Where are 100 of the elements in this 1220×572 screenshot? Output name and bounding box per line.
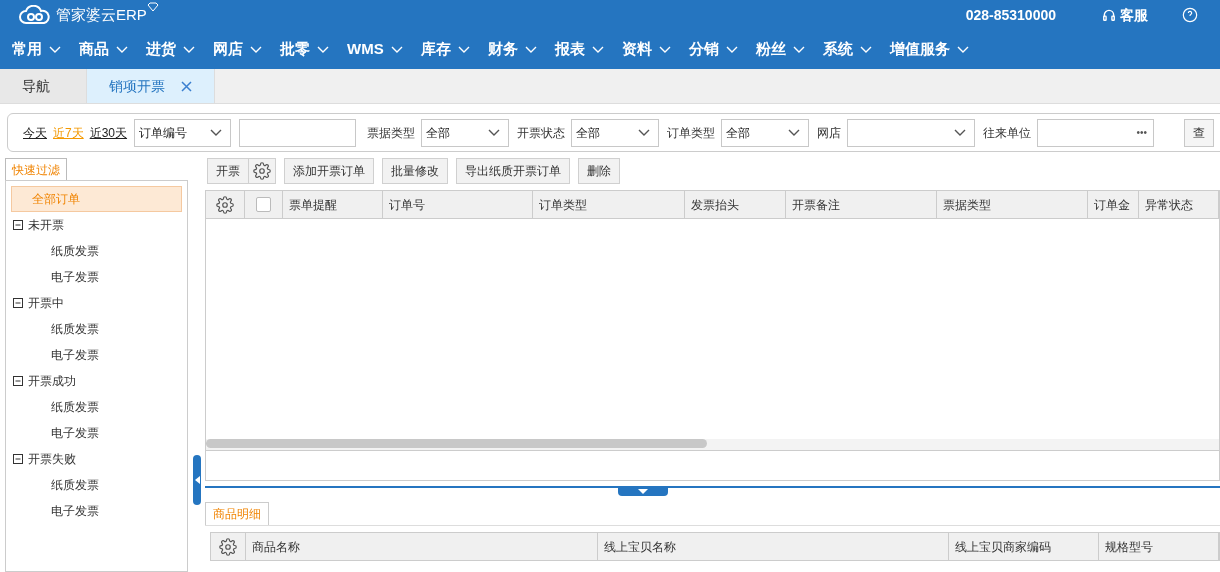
date-range-link[interactable]: 今天 <box>23 123 47 142</box>
tree-item[interactable]: 开票中 <box>25 290 72 316</box>
tree-item[interactable]: 开票成功 <box>25 368 84 394</box>
caret-icon <box>658 45 671 54</box>
caret-icon <box>49 45 61 54</box>
caret-icon <box>788 128 801 137</box>
menu-item[interactable]: 分销 <box>688 38 738 61</box>
tree-item[interactable]: 纸质发票 <box>51 398 99 416</box>
menu-item[interactable]: 库存 <box>420 38 470 61</box>
collapse-icon[interactable] <box>13 454 23 464</box>
field-label: 订单类型 <box>667 124 716 142</box>
tree-item[interactable]: 电子发票 <box>51 346 99 364</box>
diamond-icon <box>146 2 159 12</box>
panel-expand-handle[interactable] <box>617 488 668 496</box>
page-tab[interactable]: 导航 <box>0 69 87 103</box>
menu-item[interactable]: 增值服务 <box>889 38 969 61</box>
horizontal-scrollbar[interactable] <box>206 439 707 448</box>
caret-icon <box>638 128 651 137</box>
toolbar-button[interactable]: 导出纸质开票订单 <box>456 158 570 184</box>
caret-icon <box>792 45 805 54</box>
caret-icon <box>859 45 872 54</box>
column-header[interactable]: 发票抬头 <box>685 191 786 218</box>
column-header[interactable]: 商品名称 <box>246 533 598 560</box>
caret-icon <box>488 128 501 137</box>
logo-text: 管家婆云ERP <box>56 4 147 25</box>
down-arrow-icon <box>637 488 648 494</box>
cloud-logo-icon <box>18 5 52 25</box>
caret-icon <box>210 128 223 137</box>
tree-item[interactable]: 纸质发票 <box>51 476 99 494</box>
dropdown-select[interactable]: 全部 <box>571 118 660 147</box>
column-header[interactable]: 订单金 <box>1088 191 1139 218</box>
caret-icon <box>954 128 967 137</box>
toolbar-button[interactable]: 批量修改 <box>382 158 448 184</box>
menu-item[interactable]: 粉丝 <box>755 38 805 61</box>
toolbar-button[interactable]: 删除 <box>578 158 620 184</box>
select-all-checkbox[interactable] <box>256 197 272 212</box>
tree-item[interactable]: 未开票 <box>25 212 72 238</box>
collapse-icon[interactable] <box>13 376 23 386</box>
toolbar-button[interactable]: 添加开票订单 <box>284 158 374 184</box>
headset-icon[interactable] <box>1102 8 1116 22</box>
column-header[interactable]: 订单类型 <box>533 191 685 218</box>
tree-item[interactable]: 纸质发票 <box>51 320 99 338</box>
menu-item[interactable]: 报表 <box>554 38 604 61</box>
search-input[interactable] <box>239 118 357 147</box>
field-label: 票据类型 <box>367 124 416 142</box>
menu-item[interactable]: 进货 <box>146 38 195 61</box>
column-header[interactable]: 规格型号 <box>1099 533 1219 560</box>
close-icon[interactable] <box>181 80 192 92</box>
phone-number: 028-85310000 <box>965 5 1056 25</box>
field-label: 开票状态 <box>517 124 566 142</box>
service-link[interactable]: 客服 <box>1120 4 1148 26</box>
caret-icon <box>116 45 128 54</box>
panel-collapse-handle[interactable] <box>192 455 201 505</box>
caret-icon <box>457 45 470 54</box>
tree-item[interactable]: 电子发票 <box>51 424 99 442</box>
invoice-settings-button[interactable] <box>249 158 276 184</box>
caret-icon <box>250 45 262 54</box>
collapse-icon[interactable] <box>13 220 23 230</box>
menu-item[interactable]: WMS <box>347 38 403 61</box>
column-header[interactable]: 票据类型 <box>937 191 1088 218</box>
caret-icon <box>183 45 195 54</box>
date-range-link[interactable]: 近30天 <box>89 123 128 142</box>
column-header[interactable]: 线上宝贝名称 <box>598 533 949 560</box>
settings-icon[interactable] <box>219 537 237 556</box>
tree-item[interactable]: 纸质发票 <box>51 242 99 260</box>
caret-icon <box>317 45 329 54</box>
caret-icon <box>725 45 738 54</box>
column-header[interactable]: 异常状态 <box>1139 191 1219 218</box>
tree-item[interactable]: 开票失败 <box>25 446 84 472</box>
field-label: 网店 <box>817 124 842 142</box>
column-header[interactable]: 线上宝贝商家编码 <box>949 533 1099 560</box>
menu-item[interactable]: 网店 <box>213 38 262 61</box>
dropdown-select[interactable]: 订单编号 <box>134 118 232 147</box>
partner-input[interactable]: ••• <box>1037 118 1155 147</box>
caret-icon <box>591 45 604 54</box>
caret-icon <box>524 45 537 54</box>
menu-item[interactable]: 系统 <box>822 38 872 61</box>
dropdown-select[interactable]: 全部 <box>421 118 510 147</box>
column-header[interactable]: 开票备注 <box>786 191 937 218</box>
menu-item[interactable]: 资料 <box>621 38 671 61</box>
query-button[interactable]: 查 <box>1184 118 1215 147</box>
menu-item[interactable]: 商品 <box>79 38 128 61</box>
tree-item[interactable]: 电子发票 <box>51 502 99 520</box>
menu-item[interactable]: 批零 <box>280 38 329 61</box>
dropdown-select[interactable]: 全部 <box>721 118 810 147</box>
caret-icon <box>390 45 403 54</box>
menu-item[interactable]: 财务 <box>487 38 537 61</box>
tree-item[interactable]: 电子发票 <box>51 268 99 286</box>
help-icon[interactable] <box>1182 7 1198 23</box>
column-header[interactable]: 票单提醒 <box>283 191 383 218</box>
column-header[interactable]: 订单号 <box>383 191 533 218</box>
settings-icon[interactable] <box>253 162 271 180</box>
caret-icon <box>956 45 969 54</box>
settings-icon[interactable] <box>216 195 235 214</box>
page-tab[interactable]: 销项开票 <box>87 69 215 103</box>
invoice-button[interactable]: 开票 <box>207 158 249 184</box>
field-label: 往来单位 <box>983 124 1032 142</box>
collapse-icon[interactable] <box>13 298 23 308</box>
menu-item[interactable]: 常用 <box>12 38 61 61</box>
left-arrow-icon <box>193 476 200 484</box>
